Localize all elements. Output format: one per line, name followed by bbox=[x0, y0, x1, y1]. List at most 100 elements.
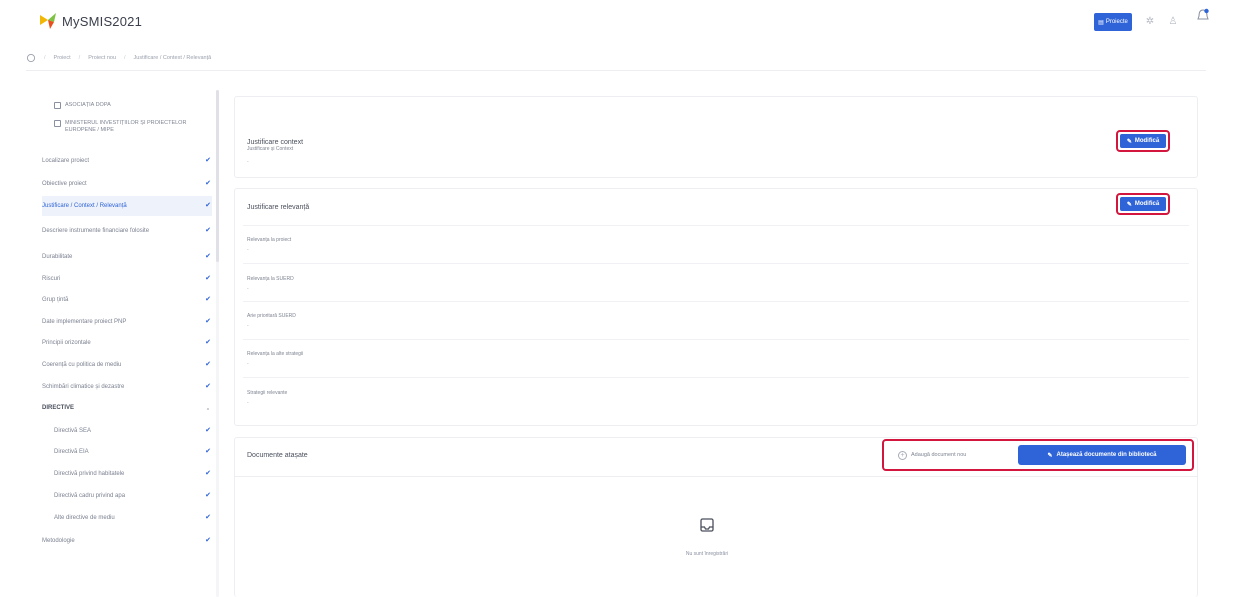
building-icon bbox=[54, 102, 61, 109]
field-divider bbox=[243, 301, 1189, 302]
attach-library-label: Atașează documente din bibliotecă bbox=[1056, 452, 1157, 458]
sidebar-item-justificare[interactable]: Justificare / Context / Relevanță ✔ bbox=[42, 196, 212, 216]
sidebar-item-localizare[interactable]: Localizare proiect ✔ bbox=[42, 151, 212, 171]
sidebar-item-label: Schimbări climatice și dezastre bbox=[42, 383, 125, 390]
field-label: Strategii relevante bbox=[247, 390, 288, 396]
sidebar-item-directiva-habitate[interactable]: Directivă privind habitatele ✔ bbox=[54, 464, 212, 484]
sidebar-ministry: MINISTERUL INVESTIȚIILOR ȘI PROIECTELOR … bbox=[54, 120, 204, 134]
modify-context-button[interactable]: ✎ Modifică bbox=[1116, 130, 1170, 152]
check-icon: ✔ bbox=[205, 383, 211, 390]
field-label: Relevanța la SUERD bbox=[247, 276, 294, 282]
sidebar-item-date-implementare[interactable]: Date implementare proiect PNP ✔ bbox=[42, 312, 212, 332]
card-title: Justificare relevanță bbox=[247, 204, 310, 211]
sidebar-item-label: Directivă SEA bbox=[54, 427, 92, 434]
user-icon[interactable]: ♙ bbox=[1167, 16, 1179, 28]
check-icon: ✔ bbox=[205, 514, 211, 521]
sidebar-item-coerenta[interactable]: Coerență cu politica de mediu ✔ bbox=[42, 355, 212, 375]
empty-inbox-icon bbox=[700, 518, 714, 532]
sidebar-item-label: Principii orizontale bbox=[42, 339, 91, 346]
check-icon: ✔ bbox=[205, 227, 211, 234]
sidebar-item-label: Directivă cadru privind apa bbox=[54, 492, 126, 499]
notification-bell-icon[interactable] bbox=[1196, 8, 1210, 24]
sidebar-item-label: Coerență cu politica de mediu bbox=[42, 361, 122, 368]
app-title[interactable]: MySMIS2021 bbox=[62, 14, 142, 29]
field-label: Arie prioritară SUERD bbox=[247, 313, 296, 319]
attach-from-library-button[interactable]: ✎ Atașează documente din bibliotecă bbox=[1018, 445, 1186, 465]
check-icon: ✔ bbox=[205, 492, 211, 499]
projects-button[interactable]: ▤ Proiecte bbox=[1094, 13, 1132, 31]
sidebar-item-riscuri[interactable]: Riscuri ✔ bbox=[42, 269, 212, 289]
applicant-name: ASOCIAȚIA DOPA bbox=[65, 102, 111, 108]
sidebar-item-label: Justificare / Context / Relevanță bbox=[42, 202, 127, 209]
sidebar-item-label: Grup țintă bbox=[42, 296, 69, 303]
breadcrumb-separator: / bbox=[124, 55, 126, 61]
field-value: - bbox=[247, 323, 249, 329]
breadcrumb-current: Justificare / Context / Relevanță bbox=[133, 55, 212, 61]
field-label: Justificare și Context bbox=[247, 146, 294, 152]
check-icon: ✔ bbox=[205, 537, 211, 544]
check-icon: ✔ bbox=[205, 448, 211, 455]
sidebar-item-label: Obiective proiect bbox=[42, 180, 87, 187]
check-icon: ✔ bbox=[205, 253, 211, 260]
field-label: Relevanța la alte strategii bbox=[247, 351, 304, 357]
sidebar-item-obiective[interactable]: Obiective proiect ✔ bbox=[42, 174, 212, 194]
collapse-icon[interactable]: - bbox=[204, 404, 212, 413]
context-card: Justificare context Justificare și Conte… bbox=[234, 96, 1198, 178]
ministry-name: MINISTERUL INVESTIȚIILOR ȘI PROIECTELOR … bbox=[65, 120, 187, 133]
sidebar-item-label: Metodologie bbox=[42, 537, 75, 544]
sidebar-item-directiva-apa[interactable]: Directivă cadru privind apa ✔ bbox=[54, 486, 212, 506]
add-new-document-button[interactable]: + Adaugă document nou bbox=[898, 449, 966, 461]
add-document-label: Adaugă document nou bbox=[911, 452, 967, 458]
modify-button-label: Modifică bbox=[1134, 201, 1160, 207]
header-divider bbox=[26, 70, 1206, 71]
sidebar-item-schimbari[interactable]: Schimbări climatice și dezastre ✔ bbox=[42, 377, 212, 397]
card-divider bbox=[243, 225, 1189, 226]
sidebar-group-directive[interactable]: DIRECTIVE - bbox=[42, 398, 212, 418]
field-value: - bbox=[247, 159, 249, 165]
home-icon[interactable] bbox=[26, 53, 36, 63]
sidebar-item-metodologie[interactable]: Metodologie ✔ bbox=[42, 531, 212, 551]
sidebar-item-label: Localizare proiect bbox=[42, 157, 90, 164]
check-icon: ✔ bbox=[205, 339, 211, 346]
sidebar-item-alte-directive[interactable]: Alte directive de mediu ✔ bbox=[54, 508, 212, 528]
field-divider bbox=[243, 377, 1189, 378]
top-bar: MySMIS2021 ▤ Proiecte ✲ ♙ bbox=[0, 0, 1244, 42]
building-icon bbox=[54, 120, 61, 127]
check-icon: ✔ bbox=[205, 318, 211, 325]
field-value: - bbox=[247, 361, 249, 367]
documents-actions: + Adaugă document nou ✎ Atașează documen… bbox=[882, 439, 1194, 471]
edit-icon: ✎ bbox=[1126, 201, 1132, 208]
sidebar: ASOCIAȚIA DOPA MINISTERUL INVESTIȚIILOR … bbox=[36, 90, 220, 597]
field-divider bbox=[243, 339, 1189, 340]
check-icon: ✔ bbox=[205, 470, 211, 477]
modify-relevance-button[interactable]: ✎ Modifică bbox=[1116, 193, 1170, 215]
mysmis-logo-icon bbox=[40, 13, 56, 29]
sidebar-item-grup-tinta[interactable]: Grup țintă ✔ bbox=[42, 290, 212, 310]
breadcrumb-item[interactable]: Proiect bbox=[54, 55, 71, 61]
breadcrumb-separator: / bbox=[78, 55, 81, 61]
sidebar-item-label: Descriere instrumente financiare folosit… bbox=[42, 227, 150, 234]
check-icon: ✔ bbox=[205, 296, 211, 303]
relevance-card: Justificare relevanță Relevanța la proie… bbox=[234, 188, 1198, 426]
check-icon: ✔ bbox=[205, 361, 211, 368]
sidebar-item-instrumente[interactable]: Descriere instrumente financiare folosit… bbox=[42, 218, 212, 244]
field-value: - bbox=[247, 400, 249, 406]
folder-icon: ▤ bbox=[1098, 19, 1104, 26]
sidebar-item-directiva-eia[interactable]: Directivă EIA ✔ bbox=[54, 442, 212, 462]
check-icon: ✔ bbox=[205, 157, 211, 164]
field-value: - bbox=[247, 286, 249, 292]
sidebar-item-label: Date implementare proiect PNP bbox=[42, 318, 127, 325]
check-icon: ✔ bbox=[205, 275, 211, 282]
sidebar-item-durabilitate[interactable]: Durabilitate ✔ bbox=[42, 247, 212, 267]
settings-icon[interactable]: ✲ bbox=[1144, 16, 1156, 28]
field-value: - bbox=[247, 247, 249, 253]
sidebar-item-principii[interactable]: Principii orizontale ✔ bbox=[42, 333, 212, 353]
empty-state-text: Nu sunt înregistrări bbox=[685, 551, 729, 557]
breadcrumb: / Proiect / Proiect nou / Justificare / … bbox=[26, 52, 211, 64]
card-divider bbox=[235, 476, 1197, 477]
breadcrumb-separator: / bbox=[44, 55, 46, 61]
field-divider bbox=[243, 263, 1189, 264]
breadcrumb-item[interactable]: Proiect nou bbox=[88, 55, 116, 61]
edit-icon: ✎ bbox=[1126, 138, 1132, 145]
sidebar-item-directiva-sea[interactable]: Directivă SEA ✔ bbox=[54, 421, 212, 441]
